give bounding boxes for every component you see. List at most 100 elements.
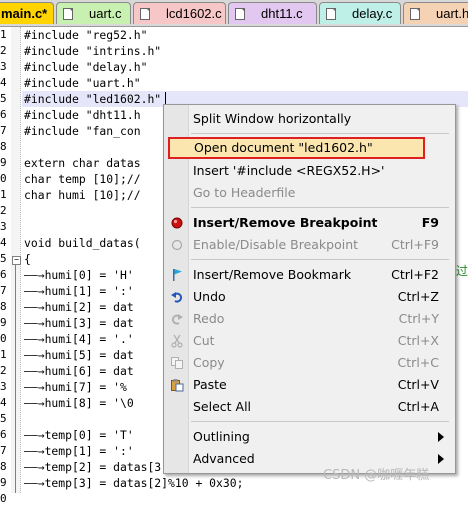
code-line[interactable]: char temp [10];// (24, 171, 141, 187)
submenu-arrow-icon (438, 454, 444, 464)
menu-item-paste[interactable]: Paste Ctrl+V (166, 374, 453, 396)
line-number: 9 (0, 156, 7, 169)
line-number: 7 (0, 444, 7, 457)
menu-item-undo[interactable]: Undo Ctrl+Z (166, 286, 453, 308)
line-number: 4 (0, 236, 7, 249)
code-line[interactable]: ——→humi[7] = '% (24, 379, 127, 395)
tab-uart-c[interactable]: uart.c (56, 2, 131, 24)
menu-item-shortcut: F9 (421, 215, 439, 230)
disabled-breakpoint-icon (171, 239, 183, 251)
code-line[interactable]: ——→humi[3] = dat (24, 315, 134, 331)
code-line[interactable]: char humi [10];// (24, 187, 141, 203)
code-line[interactable]: ——→humi[4] = '.' (24, 331, 134, 347)
tab-lcd1602-c[interactable]: lcd1602.c (133, 2, 226, 24)
tab-uart-h[interactable]: uart.h (403, 2, 468, 24)
tab-label: uart.c (89, 6, 122, 21)
menu-item-cut[interactable]: Cut Ctrl+X (166, 330, 453, 352)
menu-item-redo[interactable]: Redo Ctrl+Y (166, 308, 453, 330)
menu-separator (191, 421, 449, 422)
line-number: 0 (0, 332, 7, 345)
code-line[interactable]: ——→humi[8] = '\0 (24, 395, 134, 411)
menu-separator (191, 259, 449, 260)
menu-item-label: Insert/Remove Bookmark (193, 267, 352, 282)
code-line[interactable]: #include "uart.h" (24, 75, 141, 91)
code-line[interactable]: { (24, 251, 31, 267)
menu-item-shortcut: Ctrl+C (397, 355, 439, 370)
copy-icon (171, 357, 183, 369)
line-number: 7 (0, 124, 7, 137)
line-number: 5 (0, 252, 7, 265)
code-line[interactable]: #include "dht11.h (24, 107, 141, 123)
menu-item-label: Copy (193, 355, 225, 370)
breakpoint-icon (171, 217, 183, 229)
line-number: 1 (0, 348, 7, 361)
menu-item-label: Split Window horizontally (193, 111, 352, 126)
menu-item-insert-remove-bookmark[interactable]: Insert/Remove Bookmark Ctrl+F2 (166, 264, 453, 286)
file-icon (326, 8, 336, 20)
line-number: 4 (0, 396, 7, 409)
tab-label: delay.c (352, 6, 393, 21)
menu-item-label: Open document "led1602.h" (194, 140, 373, 155)
line-number: 6 (0, 428, 7, 441)
menu-item-split-window[interactable]: Split Window horizontally (166, 108, 453, 130)
line-number: 9 (0, 316, 7, 329)
code-line[interactable]: #include "led1602.h" (24, 91, 161, 107)
menu-item-insert-remove-breakpoint[interactable]: Insert/Remove Breakpoint F9 (166, 212, 453, 234)
menu-item-outlining[interactable]: Outlining (166, 426, 453, 448)
tab-dht11-c[interactable]: dht11.c (228, 2, 317, 24)
code-line[interactable]: ——→humi[0] = 'H' (24, 267, 134, 283)
bookmark-flag-icon (173, 269, 182, 281)
menu-item-go-to-headerfile[interactable]: Go to Headerfile (166, 182, 453, 204)
menu-item-select-all[interactable]: Select All Ctrl+A (166, 396, 453, 418)
line-number: 7 (0, 284, 7, 297)
line-number: 3 (0, 60, 7, 73)
code-line[interactable]: ——→humi[2] = dat (24, 299, 134, 315)
menu-item-enable-disable-breakpoint[interactable]: Enable/Disable Breakpoint Ctrl+F9 (166, 234, 453, 256)
fold-toggle-icon[interactable]: − (12, 256, 21, 265)
code-line[interactable]: ——→temp[3] = datas[2]%10 + 0x30; (24, 475, 243, 491)
menu-item-shortcut: Ctrl+Y (398, 311, 439, 326)
scissors-icon (171, 334, 183, 348)
tab-main-c[interactable]: main.c* (0, 2, 54, 24)
code-line[interactable]: ——→temp[1] = ':' (24, 443, 134, 459)
watermark: CSDN @咖喱年糕 (323, 468, 430, 483)
menu-item-label: Redo (193, 311, 225, 326)
menu-item-open-document[interactable]: Open document "led1602.h" (168, 137, 425, 159)
paste-icon (171, 379, 184, 392)
menu-item-insert-include[interactable]: Insert '#include <REGX52.H>' (166, 160, 453, 182)
tab-label: main.c* (1, 6, 48, 21)
code-line[interactable]: ——→humi[5] = dat (24, 347, 134, 363)
line-number: 3 (0, 380, 7, 393)
line-number: 2 (0, 44, 7, 57)
line-number: 9 (0, 476, 7, 489)
code-line[interactable]: ——→humi[6] = dat (24, 363, 134, 379)
line-number: 8 (0, 300, 7, 313)
tab-bar: main.c* uart.c lcd1602.c dht11.c delay.c… (0, 0, 468, 27)
code-line[interactable]: ——→humi[1] = ':' (24, 283, 134, 299)
menu-item-label: Outlining (193, 429, 250, 444)
menu-item-label: Insert '#include <REGX52.H>' (193, 163, 385, 178)
line-number: 5 (0, 92, 7, 105)
menu-item-label: Select All (193, 399, 252, 414)
code-line[interactable]: #include "reg52.h" (24, 27, 147, 43)
submenu-arrow-icon (438, 432, 444, 442)
menu-item-label: Undo (193, 289, 226, 304)
code-line[interactable]: void build_datas( (24, 235, 141, 251)
menu-item-shortcut: Ctrl+A (397, 399, 439, 414)
line-number: 6 (0, 108, 7, 121)
menu-item-copy[interactable]: Copy Ctrl+C (166, 352, 453, 374)
line-number: 3 (0, 220, 7, 233)
line-number: 0 (0, 172, 7, 185)
menu-item-shortcut: Ctrl+F9 (391, 237, 439, 252)
code-line[interactable]: extern char datas (24, 155, 141, 171)
context-menu: Split Window horizontally Open document … (163, 104, 456, 474)
menu-separator (191, 133, 449, 134)
code-line[interactable]: ——→temp[0] = 'T' (24, 427, 134, 443)
menu-item-shortcut: Ctrl+F2 (391, 267, 439, 282)
tab-delay-c[interactable]: delay.c (319, 2, 401, 24)
code-line[interactable]: #include "intrins.h" (24, 43, 161, 59)
line-number: 5 (0, 412, 7, 425)
code-line[interactable]: #include "delay.h" (24, 59, 147, 75)
code-line[interactable]: #include "fan_con (24, 123, 141, 139)
menu-separator (191, 207, 449, 208)
